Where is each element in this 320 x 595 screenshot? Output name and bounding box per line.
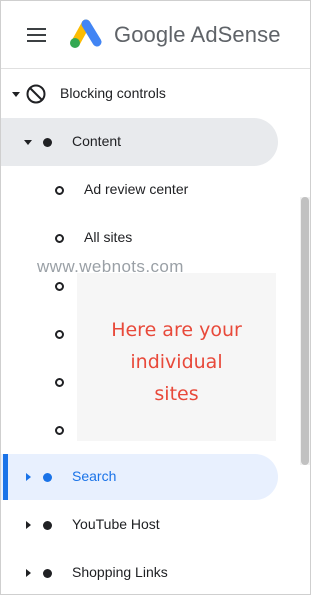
nav-ad-review-center[interactable]: Ad review center (1, 167, 310, 213)
nav-label: Blocking controls (60, 85, 166, 101)
annotation-text: Here are your individual sites (77, 314, 276, 410)
ring-bullet-icon (55, 282, 64, 291)
annotation-line: individual (130, 351, 223, 373)
adsense-sidebar: Google AdSense Blocking controls Content… (0, 0, 311, 595)
watermark: www.webnots.com (37, 257, 184, 276)
bullet-icon (43, 473, 52, 482)
nav-label: Content (72, 133, 122, 149)
scrollbar-thumb[interactable] (301, 197, 309, 465)
hamburger-menu-icon[interactable] (27, 28, 47, 42)
ring-bullet-icon (55, 234, 64, 243)
expand-arrow-icon[interactable] (24, 140, 32, 145)
bullet-icon (43, 569, 52, 578)
ring-bullet-icon (55, 426, 64, 435)
nav-label: YouTube Host (72, 516, 160, 532)
nav-label: Ad review center (84, 181, 189, 197)
ring-bullet-icon (55, 186, 64, 195)
google-adsense-logo-icon (70, 19, 102, 48)
nav-label: Shopping Links (72, 564, 168, 580)
block-icon (26, 84, 46, 104)
annotation-line: sites (154, 383, 199, 405)
app-title: Google AdSense (114, 22, 281, 47)
bullet-icon (43, 138, 52, 147)
ring-bullet-icon (55, 330, 64, 339)
nav-youtube-host[interactable]: YouTube Host (1, 502, 310, 548)
expand-arrow-icon[interactable] (26, 521, 31, 529)
nav-search[interactable]: Search (1, 454, 310, 500)
nav-label: All sites (84, 229, 133, 245)
annotation-line: Here are your (111, 319, 242, 341)
expand-arrow-icon[interactable] (26, 569, 31, 577)
bullet-icon (43, 521, 52, 530)
nav-all-sites[interactable]: All sites (1, 215, 310, 261)
expand-arrow-icon[interactable] (26, 473, 31, 481)
nav-shopping-links[interactable]: Shopping Links (1, 550, 310, 594)
nav-content[interactable]: Content (1, 119, 310, 165)
nav-label: Search (72, 468, 117, 484)
app-header: Google AdSense (1, 1, 310, 69)
expand-arrow-icon[interactable] (12, 92, 20, 97)
nav-blocking-controls[interactable]: Blocking controls (1, 71, 310, 117)
ring-bullet-icon (55, 378, 64, 387)
